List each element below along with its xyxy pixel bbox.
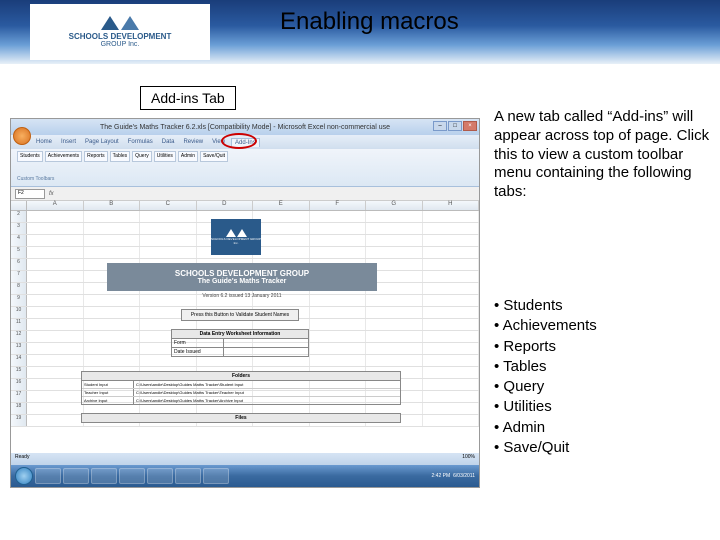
ribbon-tab-insert[interactable]: Insert	[58, 138, 79, 146]
taskbar-item[interactable]	[91, 468, 117, 484]
ribbon-body: Students Achievements Reports Tables Que…	[11, 149, 479, 187]
formula-bar: F2 fx	[11, 187, 479, 201]
worksheet-grid[interactable]: 2 3 4 5 6 7 8 9 10 11 12 13 14 15 16 17 …	[11, 211, 479, 465]
toolbar-students[interactable]: Students	[17, 151, 43, 162]
taskbar-item[interactable]	[147, 468, 173, 484]
ribbon-tab-pagelayout[interactable]: Page Layout	[82, 138, 122, 146]
toolbar-reports[interactable]: Reports	[84, 151, 108, 162]
taskbar-item[interactable]	[175, 468, 201, 484]
toolbar-achievements[interactable]: Achievements	[45, 151, 82, 162]
col-E[interactable]: E	[253, 201, 310, 210]
bullet-tables: Tables	[494, 357, 710, 377]
addins-callout: Add-ins Tab	[140, 86, 236, 110]
minimize-button[interactable]: –	[433, 121, 447, 131]
toolbar-query[interactable]: Query	[132, 151, 152, 162]
sdg-logo: SCHOOLS DEVELOPMENT GROUP Inc.	[30, 4, 210, 60]
folders-header: Folders	[81, 371, 401, 381]
taskbar-item[interactable]	[35, 468, 61, 484]
sheet-sdg-logo: SCHOOLS DEVELOPMENT GROUP Inc.	[211, 219, 261, 255]
bullet-reports: Reports	[494, 337, 710, 357]
col-D[interactable]: D	[197, 201, 254, 210]
bullet-achievements: Achievements	[494, 316, 710, 336]
ribbon-tab-data[interactable]: Data	[159, 138, 178, 146]
excel-screenshot: The Guide's Maths Tracker 6.2.xls [Compa…	[10, 118, 480, 488]
custom-toolbar: Students Achievements Reports Tables Que…	[17, 151, 473, 162]
system-tray[interactable]: 2:42 PM 6/03/2011	[432, 473, 476, 479]
window-titlebar: The Guide's Maths Tracker 6.2.xls [Compa…	[11, 119, 479, 135]
bullet-savequit: Save/Quit	[494, 438, 710, 458]
dataentry-table: Data Entry Worksheet Information Form Da…	[171, 329, 309, 357]
ribbon-group-label: Custom Toolbars	[17, 176, 473, 182]
slide-header: SCHOOLS DEVELOPMENT GROUP Inc. Enabling …	[0, 0, 720, 64]
bullet-query: Query	[494, 377, 710, 397]
status-bar: Ready 100%	[11, 453, 479, 465]
version-text: Version 6.2 issued 13 January 2011	[107, 293, 377, 299]
close-button[interactable]: ×	[463, 121, 477, 131]
office-button[interactable]	[13, 127, 31, 145]
ribbon-tab-review[interactable]: Review	[180, 138, 206, 146]
col-F[interactable]: F	[310, 201, 367, 210]
col-G[interactable]: G	[366, 201, 423, 210]
maximize-button[interactable]: □	[448, 121, 462, 131]
col-C[interactable]: C	[140, 201, 197, 210]
slide-title: Enabling macros	[280, 8, 459, 36]
name-box[interactable]: F2	[15, 189, 45, 199]
toolbar-admin[interactable]: Admin	[178, 151, 198, 162]
col-A[interactable]: A	[27, 201, 84, 210]
toolbar-savequit[interactable]: Save/Quit	[200, 151, 228, 162]
logo-line2: GROUP Inc.	[101, 41, 140, 48]
status-zoom[interactable]: 100%	[462, 454, 475, 464]
taskbar-item[interactable]	[119, 468, 145, 484]
bullet-students: Students	[494, 296, 710, 316]
bullet-admin: Admin	[494, 418, 710, 438]
toolbar-utilities[interactable]: Utilities	[154, 151, 176, 162]
ribbon-tab-row: Home Insert Page Layout Formulas Data Re…	[11, 135, 479, 149]
windows-taskbar: 2:42 PM 6/03/2011	[11, 465, 479, 487]
window-title: The Guide's Maths Tracker 6.2.xls [Compa…	[100, 124, 390, 131]
start-button[interactable]	[15, 467, 33, 485]
status-ready: Ready	[15, 454, 29, 464]
fx-icon[interactable]: fx	[49, 191, 54, 197]
folders-table: Student InputC:\Users\andie\Desktop\Guid…	[81, 381, 401, 405]
ribbon-tab-view[interactable]: View	[209, 138, 228, 146]
description-text: A new tab called “Add-ins” will appear a…	[494, 108, 710, 202]
ribbon-tab-addins[interactable]: Add-Ins	[231, 138, 260, 147]
validate-button[interactable]: Press this Button to Validate Student Na…	[181, 309, 299, 321]
bullet-list: Students Achievements Reports Tables Que…	[494, 296, 710, 458]
col-B[interactable]: B	[84, 201, 141, 210]
taskbar-item[interactable]	[203, 468, 229, 484]
files-header: Files	[81, 413, 401, 423]
toolbar-tables[interactable]: Tables	[110, 151, 130, 162]
taskbar-item[interactable]	[63, 468, 89, 484]
logo-line1: SCHOOLS DEVELOPMENT	[69, 32, 172, 41]
ribbon-tab-home[interactable]: Home	[33, 138, 55, 146]
col-H[interactable]: H	[423, 201, 480, 210]
column-headers: A B C D E F G H	[11, 201, 479, 211]
bullet-utilities: Utilities	[494, 397, 710, 417]
ribbon-tab-formulas[interactable]: Formulas	[125, 138, 156, 146]
sheet-title-banner: SCHOOLS DEVELOPMENT GROUP The Guide's Ma…	[107, 263, 377, 291]
